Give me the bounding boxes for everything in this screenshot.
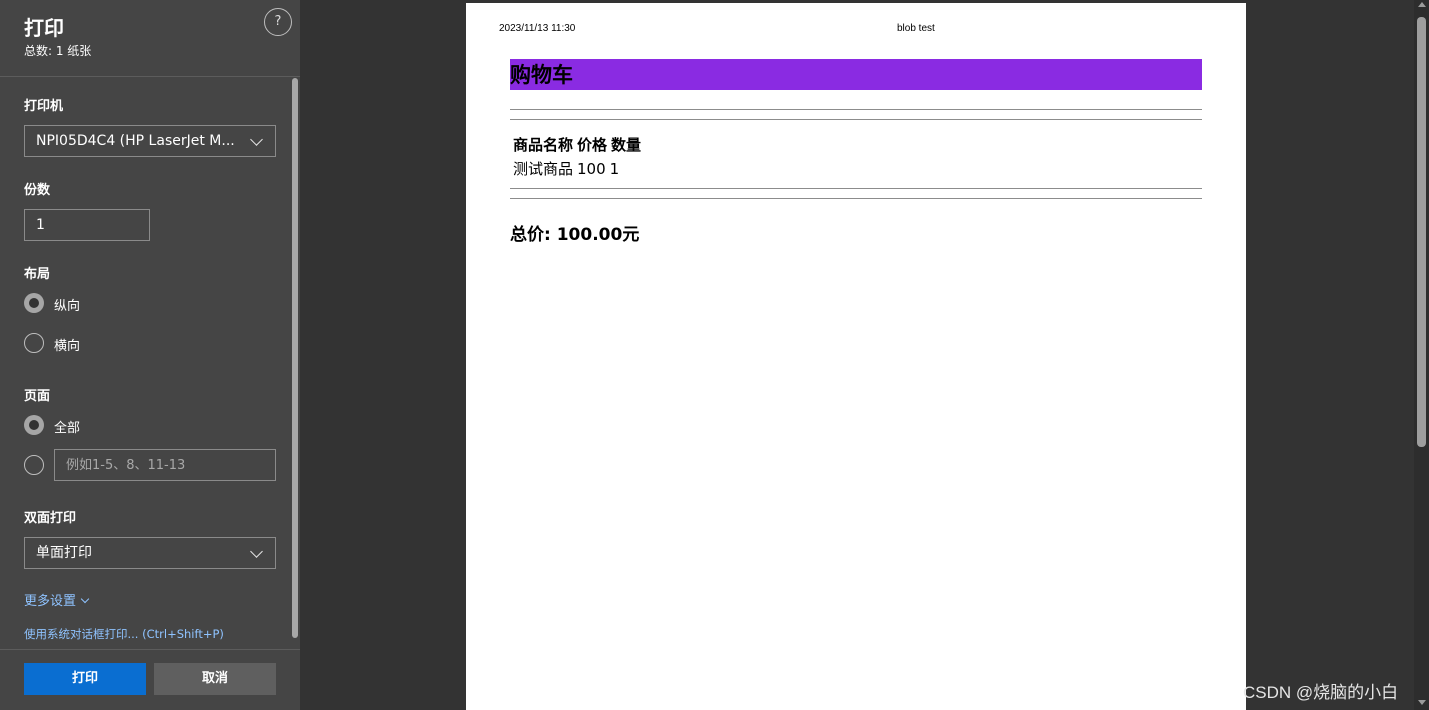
- printer-select-value: NPI05D4C4 (HP LaserJet M...: [36, 133, 235, 149]
- panel-scrollbar-thumb[interactable]: [292, 78, 298, 638]
- scroll-down-arrow-icon[interactable]: [1418, 700, 1426, 705]
- layout-label: 布局: [24, 267, 51, 282]
- print-settings-panel: 打印 总数: 1 纸张 ? 打印机 NPI05D4C4 (HP LaserJet…: [0, 0, 300, 710]
- cancel-button[interactable]: 取消: [154, 663, 276, 695]
- print-preview-window: 打印 总数: 1 纸张 ? 打印机 NPI05D4C4 (HP LaserJet…: [0, 0, 1429, 710]
- cart-title: 购物车: [510, 59, 1202, 90]
- help-button[interactable]: ?: [264, 8, 292, 36]
- divider: [510, 119, 1202, 120]
- table-header-row: 商品名称 价格 数量: [513, 134, 645, 155]
- portrait-label[interactable]: 纵向: [54, 295, 80, 314]
- watermark: CSDN @烧脑的小白: [1243, 683, 1399, 702]
- duplex-select[interactable]: 单面打印: [24, 537, 276, 569]
- custom-pages-radio[interactable]: [24, 455, 44, 475]
- table-cell: 测试商品: [513, 160, 574, 178]
- pages-label: 页面: [24, 389, 51, 404]
- landscape-radio[interactable]: [24, 333, 44, 353]
- custom-pages-input[interactable]: 例如1-5、8、11-13: [54, 449, 276, 481]
- duplex-label: 双面打印: [24, 511, 77, 526]
- scroll-up-arrow-icon[interactable]: [1418, 2, 1426, 7]
- page-header-title: blob test: [897, 23, 935, 34]
- total-price: 总价: 100.00元: [510, 225, 640, 245]
- copies-input[interactable]: 1: [24, 209, 150, 241]
- divider: [510, 198, 1202, 199]
- chevron-down-icon: [80, 594, 90, 604]
- sheet-count: 总数: 1 纸张: [24, 44, 92, 58]
- all-pages-radio[interactable]: [24, 415, 44, 435]
- divider: [510, 188, 1202, 189]
- panel-title: 打印: [24, 16, 64, 40]
- system-dialog-link[interactable]: 使用系统对话框打印... (Ctrl+Shift+P): [24, 626, 224, 642]
- landscape-label[interactable]: 横向: [54, 335, 80, 354]
- portrait-radio[interactable]: [24, 293, 44, 313]
- chevron-down-icon: [250, 545, 263, 558]
- column-header: 价格: [577, 136, 608, 154]
- table-row: 测试商品 100 1: [513, 158, 623, 179]
- custom-pages-placeholder: 例如1-5、8、11-13: [66, 458, 186, 473]
- preview-page: 2023/11/13 11:30 blob test 购物车 商品名称 价格 数量 …: [466, 3, 1246, 710]
- more-settings-label: 更多设置: [24, 594, 77, 609]
- panel-header: 打印 总数: 1 纸张 ?: [0, 0, 300, 77]
- printer-label: 打印机: [24, 99, 64, 114]
- duplex-select-value: 单面打印: [36, 545, 92, 561]
- page-header-date: 2023/11/13 11:30: [499, 23, 576, 34]
- print-button[interactable]: 打印: [24, 663, 146, 695]
- divider: [510, 109, 1202, 110]
- table-cell: 100: [577, 160, 606, 178]
- column-header: 商品名称: [513, 136, 574, 154]
- preview-scrollbar-thumb[interactable]: [1417, 17, 1426, 447]
- all-pages-label[interactable]: 全部: [54, 417, 80, 436]
- more-settings-link[interactable]: 更多设置: [24, 590, 90, 609]
- table-cell: 1: [609, 160, 620, 178]
- copies-label: 份数: [24, 183, 51, 198]
- chevron-down-icon: [250, 133, 263, 146]
- column-header: 数量: [611, 136, 642, 154]
- printer-select[interactable]: NPI05D4C4 (HP LaserJet M...: [24, 125, 276, 157]
- panel-footer: 打印 取消: [0, 649, 300, 710]
